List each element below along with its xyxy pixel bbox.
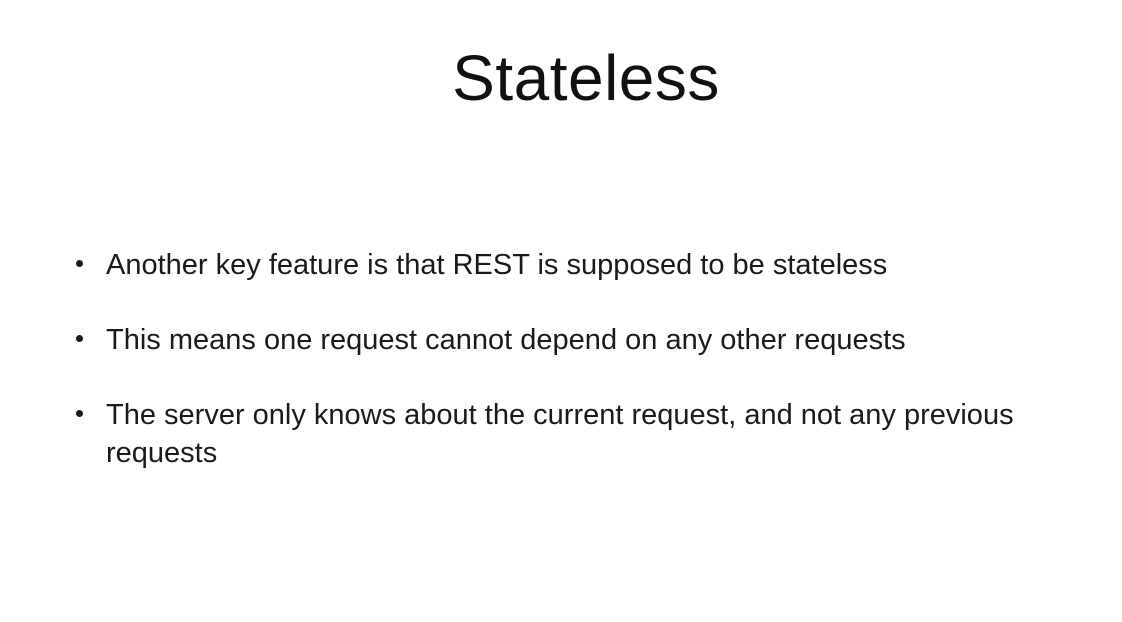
slide: Stateless Another key feature is that RE… — [0, 0, 1122, 622]
bullet-text: The server only knows about the current … — [106, 399, 1014, 469]
bullet-item: This means one request cannot depend on … — [72, 321, 1032, 359]
bullet-icon — [76, 410, 83, 417]
bullet-list: Another key feature is that REST is supp… — [72, 246, 1032, 509]
slide-title: Stateless — [452, 42, 720, 114]
bullet-icon — [76, 335, 83, 342]
bullet-item: The server only knows about the current … — [72, 396, 1032, 472]
bullet-text: Another key feature is that REST is supp… — [106, 249, 888, 281]
bullet-text: This means one request cannot depend on … — [106, 324, 906, 356]
bullet-icon — [76, 260, 83, 267]
bullet-item: Another key feature is that REST is supp… — [72, 246, 1032, 284]
